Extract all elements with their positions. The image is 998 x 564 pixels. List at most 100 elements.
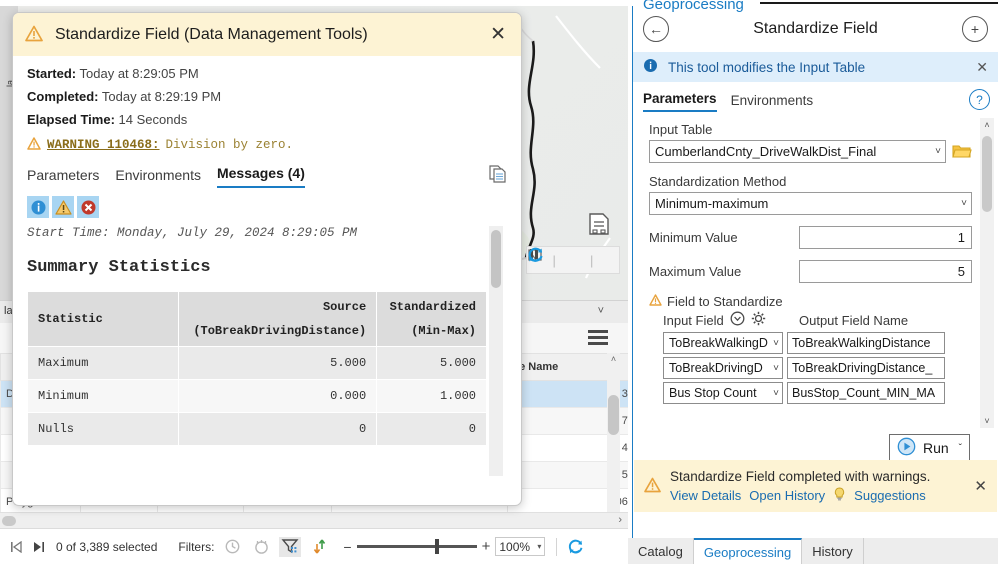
note-page-icon[interactable] — [584, 211, 614, 237]
input-field-select[interactable]: ToBreakWalkingD ˅ — [663, 332, 783, 354]
input-field-label: Input Field — [663, 313, 724, 328]
run-button-label: Run — [923, 440, 949, 456]
help-circle-icon[interactable]: ? — [969, 89, 990, 110]
time-filter-icon[interactable] — [221, 537, 243, 557]
tab-environments[interactable]: Environments — [731, 93, 814, 112]
scroll-down-icon[interactable]: ˅ — [980, 414, 994, 428]
chevron-down-icon[interactable]: ˅ — [598, 305, 604, 317]
warning-icon[interactable] — [52, 196, 74, 218]
chevron-down-icon[interactable]: ˅ — [770, 363, 779, 374]
grid-vertical-scrollbar[interactable]: ˄ ˅ — [607, 353, 620, 529]
tab-messages[interactable]: Messages (4) — [217, 165, 305, 188]
pane-bottom-tabs[interactable]: Catalog Geoprocessing History — [628, 538, 998, 564]
folder-icon[interactable] — [952, 143, 972, 161]
input-field-value: ToBreakWalkingD — [669, 336, 768, 350]
scroll-thumb[interactable] — [491, 230, 501, 288]
tab-environments[interactable]: Environments — [115, 167, 201, 188]
zoom-slider[interactable] — [357, 545, 477, 548]
toast-body: Standardize Field completed with warning… — [670, 469, 965, 504]
dialog-tabs[interactable]: Parameters Environments Messages (4) — [27, 165, 507, 188]
stats-cell-standardized: 5.000 — [377, 347, 487, 380]
tab-catalog[interactable]: Catalog — [628, 538, 694, 564]
tab-parameters[interactable]: Parameters — [643, 91, 717, 112]
warning-code-link[interactable]: WARNING 110468: — [47, 138, 160, 152]
stats-col-standardized: Standardized (Min-Max) — [377, 292, 487, 347]
chevron-down-icon[interactable]: ˇ — [959, 443, 962, 454]
started-line: Started: Today at 8:29:05 PM — [27, 66, 507, 81]
table-menu-icon[interactable] — [588, 330, 608, 345]
messages-vertical-scrollbar[interactable] — [489, 226, 503, 476]
scroll-thumb[interactable] — [2, 516, 16, 526]
run-button[interactable]: Run ˇ — [889, 434, 970, 462]
input-table-select[interactable]: CumberlandCnty_DriveWalkDist_Final ˅ — [649, 140, 946, 163]
info-icon[interactable] — [27, 196, 49, 218]
input-field-header: Input Field — [649, 311, 793, 329]
gear-icon[interactable] — [751, 311, 766, 329]
output-field-input[interactable]: BusStop_Count_MIN_MA — [787, 382, 945, 404]
zoom-control[interactable]: − + 100% ▾ — [343, 537, 545, 556]
stats-cell-standardized: 1.000 — [377, 380, 487, 413]
input-field-select[interactable]: ToBreakDrivingD ˅ — [663, 357, 783, 379]
scroll-up-icon[interactable]: ˄ — [980, 118, 994, 132]
close-icon[interactable]: ✕ — [487, 25, 509, 44]
zoom-in-button[interactable]: + — [482, 538, 491, 555]
chevron-down-icon[interactable]: ˅ — [770, 338, 779, 349]
grid-horizontal-scrollbar[interactable]: › — [0, 512, 628, 529]
refresh-icon[interactable] — [568, 539, 584, 555]
chevron-down-icon[interactable]: ˅ — [957, 198, 967, 209]
open-history-link[interactable]: Open History — [749, 488, 825, 503]
maximum-value-row: Maximum Value 5 — [649, 260, 972, 283]
form-vertical-scrollbar[interactable]: ˄ ˅ — [980, 118, 994, 428]
zoom-out-button[interactable]: − — [343, 539, 351, 555]
elapsed-label: Elapsed Time: — [27, 112, 115, 127]
warning-triangle-icon — [25, 25, 43, 45]
output-field-input[interactable]: ToBreakDrivingDistance_ — [787, 357, 945, 379]
tool-messages-dialog[interactable]: Standardize Field (Data Management Tools… — [12, 12, 522, 506]
plus-circle-icon[interactable]: + — [962, 16, 988, 42]
standardization-method-select[interactable]: Minimum-maximum ˅ — [649, 192, 972, 215]
view-details-link[interactable]: View Details — [670, 488, 741, 503]
output-field-input[interactable]: ToBreakWalkingDistance — [787, 332, 945, 354]
zoom-level-select[interactable]: 100% ▾ — [495, 537, 545, 556]
close-icon[interactable]: ✕ — [974, 477, 987, 495]
severity-filter-row[interactable] — [27, 196, 507, 218]
copy-icon[interactable] — [489, 164, 507, 186]
tab-parameters[interactable]: Parameters — [27, 167, 99, 188]
chevron-circle-down-icon[interactable] — [730, 311, 745, 329]
go-to-first-icon[interactable] — [8, 539, 24, 555]
play-circle-icon — [897, 437, 916, 459]
dialog-header: Standardize Field (Data Management Tools… — [13, 13, 521, 56]
stats-cell-source: 5.000 — [179, 347, 377, 380]
messages-scroll-area[interactable]: Start Time: Monday, July 29, 2024 8:29:0… — [27, 226, 507, 476]
suggestions-link[interactable]: Suggestions — [854, 488, 926, 503]
field-mapping-row: ToBreakDrivingD ˅ ToBreakDrivingDistance… — [663, 357, 972, 379]
output-field-label: Output Field Name — [793, 313, 908, 328]
tab-geoprocessing[interactable]: Geoprocessing — [694, 538, 802, 564]
tab-history[interactable]: History — [802, 538, 863, 564]
error-icon[interactable] — [77, 196, 99, 218]
close-icon[interactable]: ✕ — [976, 59, 988, 76]
minimum-value-input[interactable]: 1 — [799, 226, 972, 249]
back-arrow-icon[interactable]: ← — [643, 16, 669, 42]
scroll-right-icon[interactable]: › — [618, 514, 622, 526]
input-field-select[interactable]: Bus Stop Count ˅ — [663, 382, 783, 404]
go-to-next-icon[interactable] — [31, 539, 47, 555]
zoom-level-value: 100% — [499, 540, 530, 554]
scroll-thumb[interactable] — [608, 395, 619, 435]
elapsed-value: 14 Seconds — [119, 112, 188, 127]
lightbulb-icon — [833, 487, 846, 504]
scroll-up-icon[interactable]: ˄ — [607, 353, 620, 366]
map-control-bar[interactable]: | | — [526, 246, 620, 274]
chevron-down-icon[interactable]: ˅ — [770, 388, 779, 399]
sort-updown-icon[interactable] — [308, 537, 330, 557]
selection-filter-icon[interactable] — [279, 537, 301, 557]
maximum-value-input[interactable]: 5 — [799, 260, 972, 283]
chevron-down-icon[interactable]: ˅ — [931, 146, 941, 157]
stats-col-source-sub: (ToBreakDrivingDistance) — [189, 324, 366, 338]
zoom-slider-thumb[interactable] — [435, 539, 439, 554]
range-filter-icon[interactable] — [250, 537, 272, 557]
chevron-down-icon[interactable]: ▾ — [537, 542, 541, 551]
divider — [556, 538, 557, 556]
scroll-thumb[interactable] — [982, 136, 992, 212]
pane-tabs[interactable]: Parameters Environments ? — [633, 82, 998, 112]
